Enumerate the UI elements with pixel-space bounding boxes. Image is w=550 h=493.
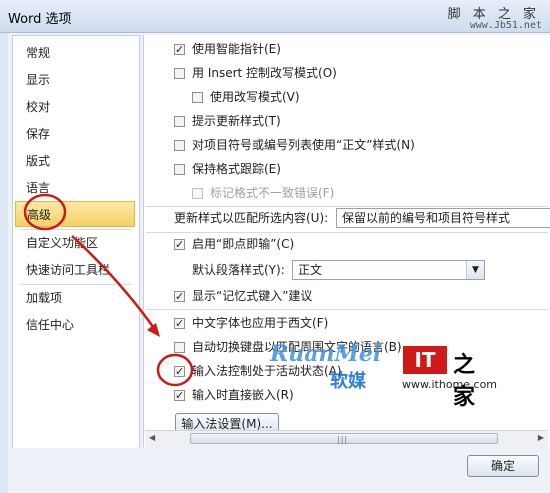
sidebar-item-save[interactable]: 保存	[15, 121, 135, 147]
sidebar-item-language[interactable]: 语言	[15, 175, 135, 201]
update-style-select-value: 保留以前的编号和项目符号样式	[342, 211, 511, 225]
default-paragraph-style-value: 正文	[298, 263, 323, 277]
prompt-update-styles-label: 提示更新样式(T)	[192, 114, 281, 128]
scrollbar-thumb[interactable]: |||	[190, 433, 498, 444]
autocomplete-label: 显示“记忆式键入”建议	[192, 289, 313, 303]
direct-input-label: 输入时直接嵌入(R)	[192, 388, 294, 402]
watermark-site-url: www.Jb51.net	[469, 20, 542, 31]
options-sidebar: 常规 显示 校对 保存 版式 语言 高级 自定义功能区 快速访问工具栏 加载项 …	[12, 35, 140, 457]
normal-style-lists-checkbox[interactable]	[174, 140, 185, 151]
chinese-font-western-label: 中文字体也应用于西文(F)	[192, 316, 329, 330]
title-bar: Word 选项 脚 本 之 家 www.Jb51.net	[0, 0, 550, 33]
window-title: Word 选项	[8, 12, 72, 27]
direct-input-checkbox[interactable]	[174, 387, 185, 405]
sidebar-item-advanced[interactable]: 高级	[15, 201, 135, 227]
track-formatting-option[interactable]: 保持格式跟踪(E)	[174, 160, 281, 178]
section-divider	[146, 309, 548, 310]
insert-key-option[interactable]: 用 Insert 控制改写模式(O)	[174, 64, 337, 82]
chevron-down-icon[interactable]: ▼	[466, 261, 484, 279]
default-paragraph-style-label: 默认段落样式(Y):	[192, 263, 285, 277]
scroll-left-icon[interactable]: ◀	[149, 433, 155, 442]
ruanmei-logo-chinese: 软媒	[330, 371, 366, 392]
click-and-type-label: 启用“即点即输”(C)	[192, 237, 295, 251]
ok-button[interactable]: 确定	[467, 455, 539, 477]
prompt-update-styles-option[interactable]: 提示更新样式(T)	[174, 112, 281, 130]
chinese-font-western-checkbox[interactable]	[174, 315, 185, 333]
autocomplete-checkbox[interactable]	[174, 288, 185, 306]
overtype-checkbox[interactable]	[192, 92, 203, 103]
section-divider	[146, 206, 548, 207]
smart-cursor-option[interactable]: 使用智能指针(E)	[174, 40, 281, 59]
mark-inconsistencies-label: 标记格式不一致错误(F)	[210, 186, 335, 200]
scroll-right-icon[interactable]: ▶	[538, 433, 544, 442]
ime-control-checkbox[interactable]	[174, 363, 185, 381]
update-style-label: 更新样式以匹配所选内容(U):	[174, 211, 329, 225]
insert-key-checkbox[interactable]	[174, 68, 185, 79]
default-paragraph-style-select[interactable]: 正文 ▼	[292, 260, 485, 280]
autocomplete-option[interactable]: 显示“记忆式键入”建议	[174, 287, 313, 306]
horizontal-scrollbar[interactable]: ◀ ||| ▶	[145, 430, 548, 447]
sidebar-item-general[interactable]: 常规	[15, 40, 135, 66]
grip-icon: |||	[337, 435, 349, 444]
mark-inconsistencies-option: 标记格式不一致错误(F)	[192, 184, 334, 202]
ithome-logo: IT 之家 www.ithome.com	[400, 346, 498, 410]
ithome-url: www.ithome.com	[402, 378, 498, 391]
ithome-logo-mark: IT	[403, 346, 447, 374]
normal-style-lists-option[interactable]: 对项目符号或编号列表使用“正文”样式(N)	[174, 136, 415, 154]
insert-key-label: 用 Insert 控制改写模式(O)	[192, 66, 337, 80]
sidebar-item-trust-center[interactable]: 信任中心	[15, 312, 135, 338]
update-style-select[interactable]: 保留以前的编号和项目符号样式	[336, 208, 550, 228]
sidebar-item-addins[interactable]: 加载项	[15, 285, 135, 311]
mark-inconsistencies-checkbox	[192, 188, 203, 199]
track-formatting-label: 保持格式跟踪(E)	[192, 162, 281, 176]
sidebar-item-layout[interactable]: 版式	[15, 148, 135, 174]
smart-cursor-label: 使用智能指针(E)	[192, 42, 281, 56]
click-and-type-checkbox[interactable]	[174, 236, 185, 254]
direct-input-option[interactable]: 输入时直接嵌入(R)	[174, 386, 294, 405]
section-divider	[146, 232, 548, 233]
auto-keyboard-checkbox[interactable]	[174, 342, 185, 353]
sidebar-item-customize-ribbon[interactable]: 自定义功能区	[15, 230, 135, 256]
chinese-font-western-option[interactable]: 中文字体也应用于西文(F)	[174, 314, 329, 333]
overtype-option[interactable]: 使用改写模式(V)	[192, 88, 300, 106]
normal-style-lists-label: 对项目符号或编号列表使用“正文”样式(N)	[192, 138, 415, 152]
overtype-label: 使用改写模式(V)	[210, 90, 300, 104]
click-and-type-option[interactable]: 启用“即点即输”(C)	[174, 235, 295, 254]
ruanmei-logo: RuanMei	[270, 341, 382, 367]
sidebar-item-proofing[interactable]: 校对	[15, 94, 135, 120]
sidebar-item-display[interactable]: 显示	[15, 67, 135, 93]
track-formatting-checkbox[interactable]	[174, 164, 185, 175]
smart-cursor-checkbox[interactable]	[174, 41, 185, 59]
sidebar-item-quick-access-toolbar[interactable]: 快速访问工具栏	[15, 257, 135, 283]
prompt-update-styles-checkbox[interactable]	[174, 116, 185, 127]
